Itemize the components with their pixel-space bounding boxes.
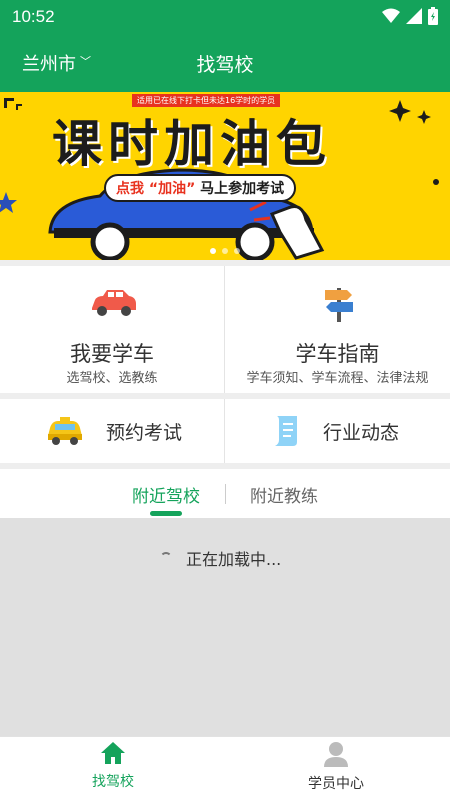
book-exam-card[interactable]: 预约考试 xyxy=(0,399,224,463)
section-divider xyxy=(0,463,450,469)
learn-driving-card[interactable]: 我要学车 选驾校、选教练 xyxy=(0,266,224,393)
school-list-area[interactable]: 正在加载中... xyxy=(0,518,450,736)
banner-cta[interactable]: 点我 “加油” 马上参加考试 xyxy=(104,174,297,202)
nav-find-school[interactable]: 找驾校 xyxy=(53,741,173,791)
user-icon xyxy=(324,742,348,767)
status-bar: 10:52 xyxy=(0,0,450,34)
promo-banner[interactable]: 适用已在线下打卡但未达16学时的学员 课时加油包 点我 “加油” 马上参加考试 xyxy=(0,92,450,260)
tab-nearby-schools[interactable]: 附近驾校 xyxy=(132,482,200,507)
tab-divider xyxy=(225,484,226,504)
bottom-nav: 找驾校 学员中心 xyxy=(0,736,450,797)
page-title: 找驾校 xyxy=(196,54,254,76)
nav-find-school-label: 找驾校 xyxy=(92,774,134,790)
wifi-icon xyxy=(382,8,400,23)
loading-indicator: 正在加载中... xyxy=(160,546,281,570)
spinner-icon xyxy=(160,552,172,564)
book-exam-label: 预约考试 xyxy=(106,421,183,444)
home-icon xyxy=(101,742,125,764)
banner-cta-suffix: 马上参加考试 xyxy=(200,181,285,197)
status-icons xyxy=(382,7,438,25)
battery-icon xyxy=(428,7,438,25)
status-time: 10:52 xyxy=(12,7,55,26)
driving-guide-subtitle: 学车须知、学车流程、法律法规 xyxy=(246,371,429,386)
signal-icon xyxy=(406,8,422,24)
banner-pager xyxy=(0,248,450,254)
industry-news-label: 行业动态 xyxy=(323,421,400,444)
learn-driving-subtitle: 选驾校、选教练 xyxy=(66,371,158,386)
tab-nearby-coaches[interactable]: 附近教练 xyxy=(250,482,318,507)
taxi-icon xyxy=(48,417,82,445)
nearby-tabs: 附近驾校 附近教练 xyxy=(0,470,450,518)
pager-dot[interactable] xyxy=(222,248,228,254)
banner-cta-prefix: 点我 xyxy=(116,181,144,197)
nav-student-center-label: 学员中心 xyxy=(308,776,364,792)
pager-dot[interactable] xyxy=(234,248,240,254)
driving-guide-title: 学车指南 xyxy=(295,342,380,366)
app-bar: 兰州市 ﹀ 找驾校 xyxy=(0,34,450,92)
industry-news-card[interactable]: 行业动态 xyxy=(225,399,450,463)
banner-cta-highlight: “加油” xyxy=(148,181,196,197)
nav-student-center[interactable]: 学员中心 xyxy=(276,741,396,793)
driving-guide-card[interactable]: 学车指南 学车须知、学车流程、法律法规 xyxy=(225,266,450,393)
loading-text: 正在加载中... xyxy=(186,550,282,569)
tab-indicator xyxy=(150,511,182,516)
learn-driving-title: 我要学车 xyxy=(70,342,154,366)
red-car-icon xyxy=(92,290,136,316)
signpost-icon xyxy=(325,288,353,322)
document-icon xyxy=(275,416,297,446)
pager-dot[interactable] xyxy=(210,248,216,254)
